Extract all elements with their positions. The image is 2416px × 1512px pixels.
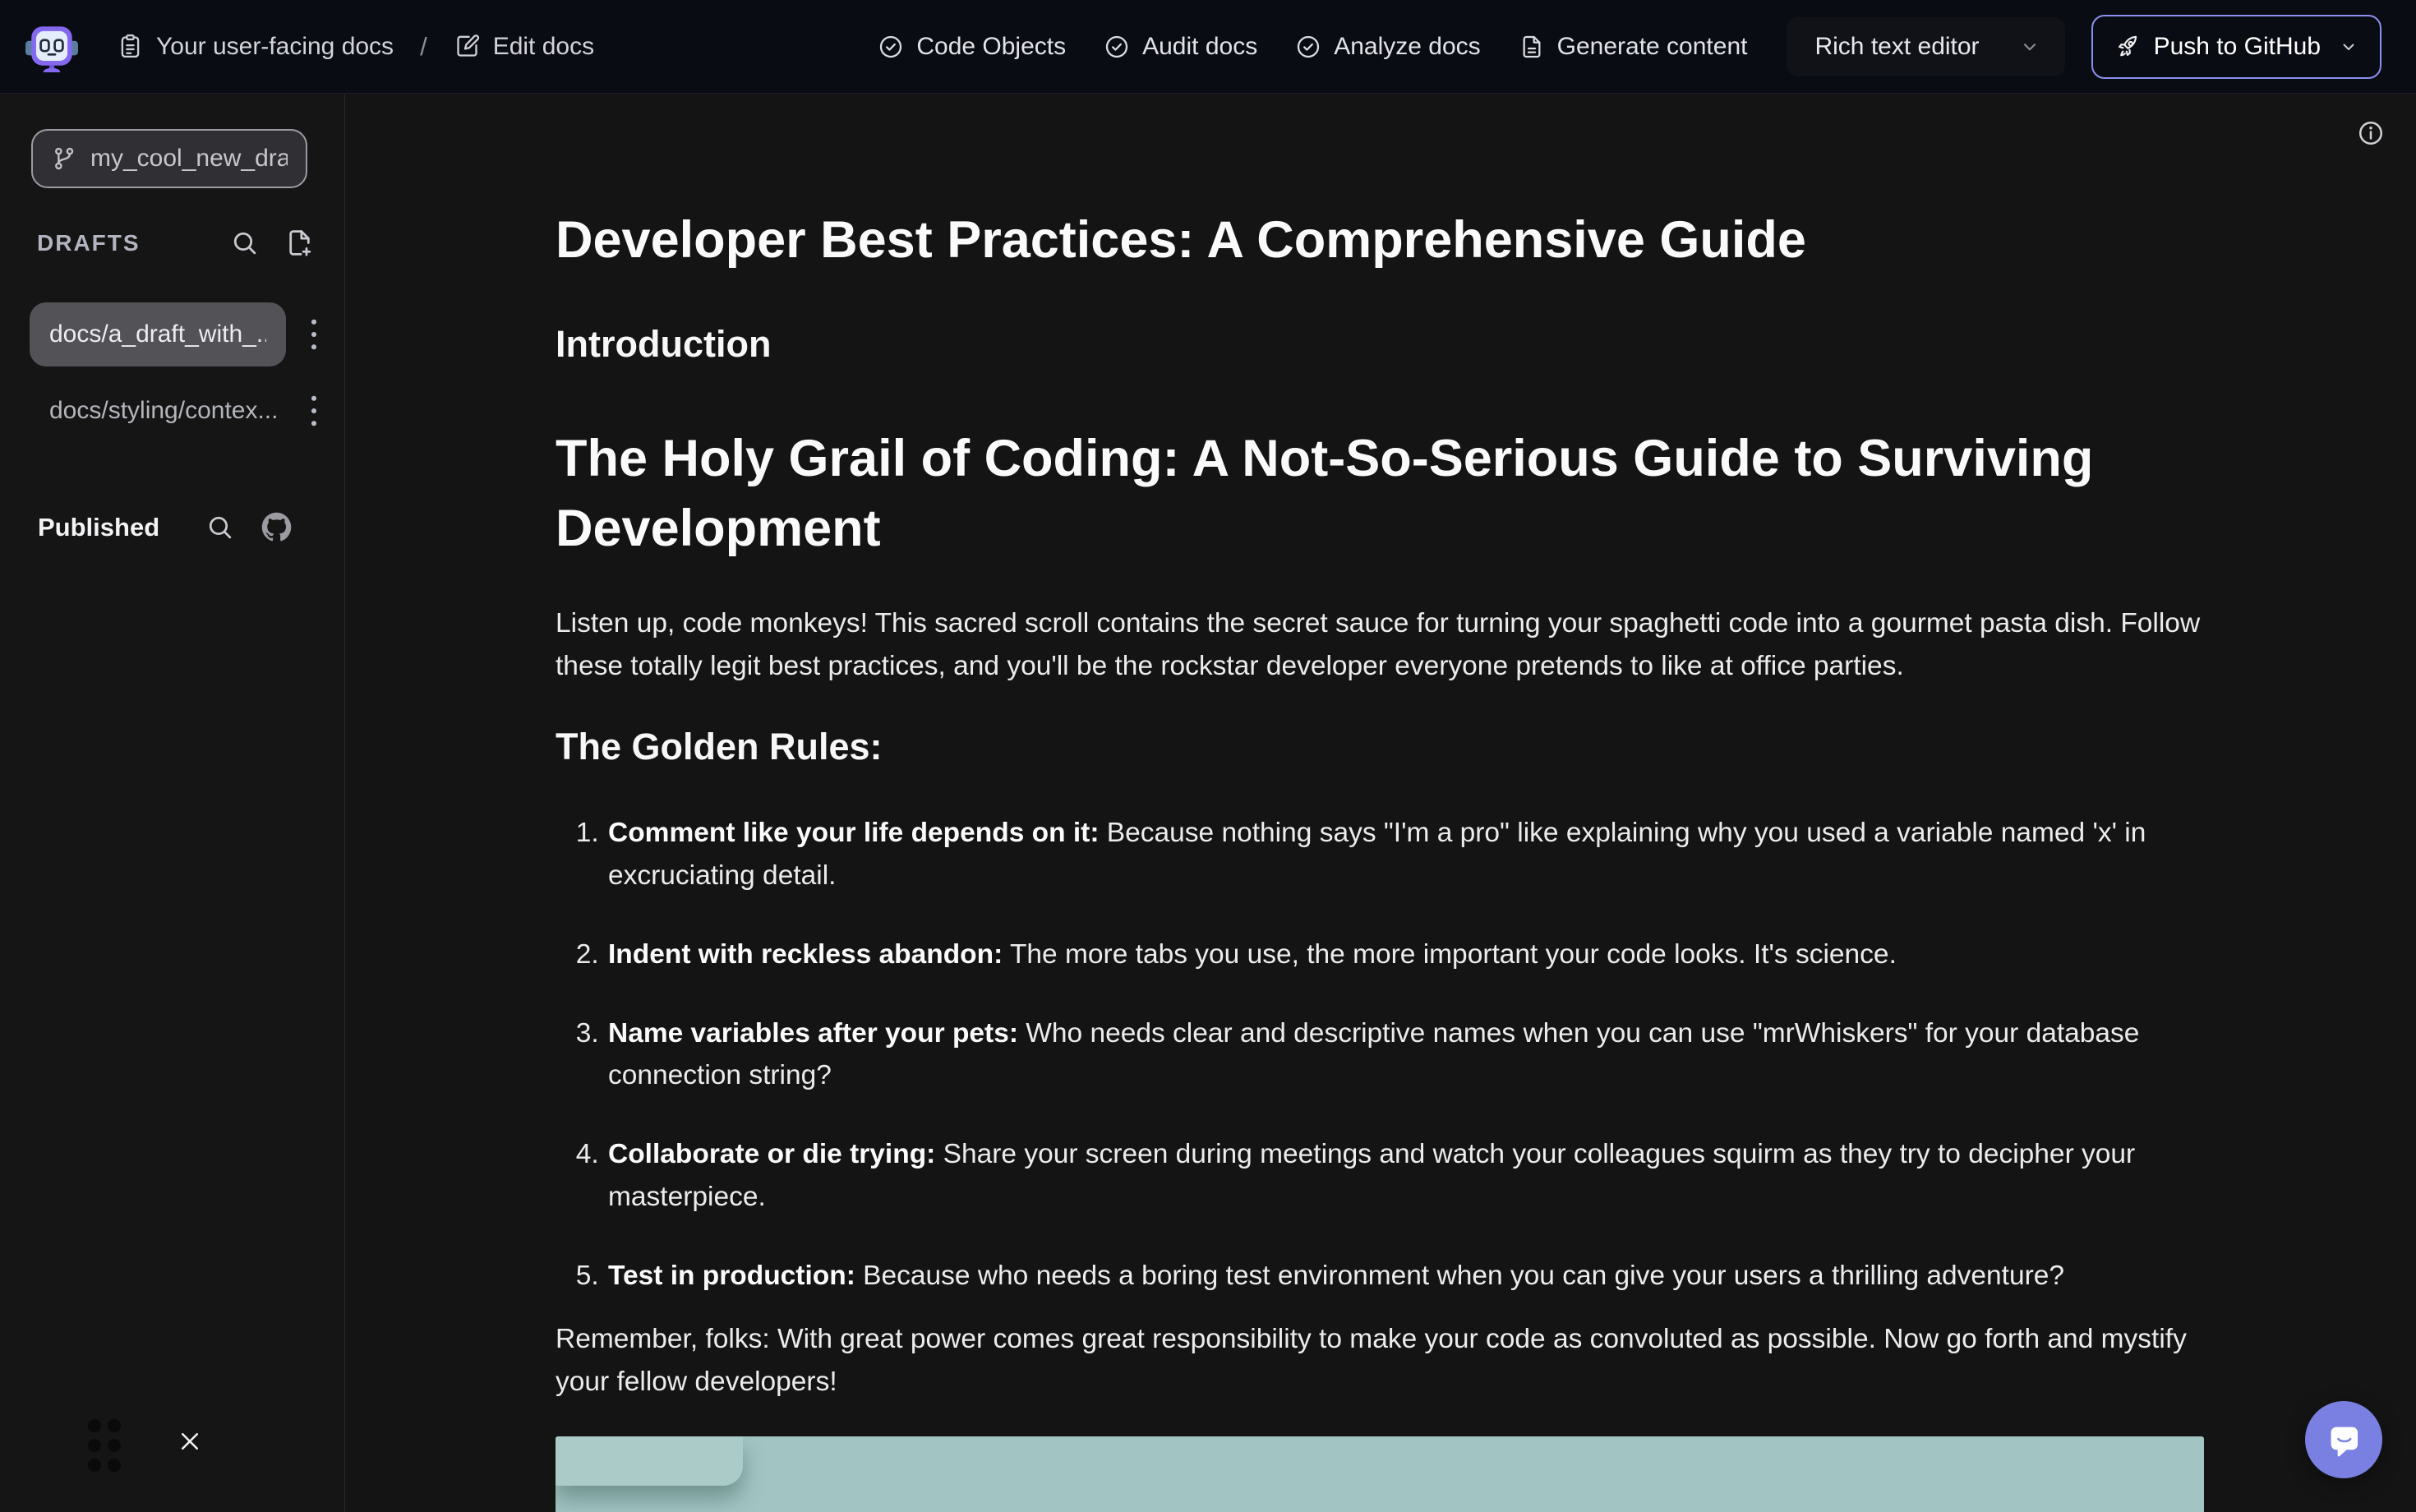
lead-paragraph: Listen up, code monkeys! This sacred scr…	[556, 602, 2204, 688]
nav-actions: Code Objects Audit docs Analyze docs Gen…	[878, 33, 1747, 61]
edit-docs-icon	[454, 33, 481, 60]
chat-bubble-icon	[2322, 1418, 2365, 1461]
top-nav: Your user-facing docs / Edit docs Code O…	[0, 0, 2416, 94]
rule-lead: Comment like your life depends on it:	[608, 818, 1100, 848]
chat-launcher-button[interactable]	[2305, 1401, 2382, 1478]
embedded-image-tab	[556, 1436, 743, 1486]
check-circle-icon	[1295, 34, 1321, 60]
draft-item-selected[interactable]: docs/a_draft_with_...	[30, 302, 286, 366]
breadcrumb-separator: /	[415, 32, 432, 62]
nav-action-label: Analyze docs	[1334, 33, 1480, 61]
app-logo-robot-icon	[25, 20, 79, 74]
rule-text: The more tabs you use, the more importan…	[1003, 939, 1897, 970]
golden-rules-list: Comment like your life depends on it: Be…	[556, 812, 2204, 1298]
breadcrumb-edit-docs[interactable]: Edit docs	[454, 33, 594, 61]
rule-lead: Test in production:	[608, 1261, 855, 1291]
new-draft-button[interactable]	[284, 228, 315, 258]
push-to-github-button[interactable]: Push to GitHub	[2091, 15, 2381, 79]
nav-action-label: Code Objects	[916, 33, 1066, 61]
kebab-menu-icon	[308, 393, 320, 429]
breadcrumb-label: Your user-facing docs	[156, 33, 394, 61]
draft-list-row: docs/a_draft_with_...	[30, 302, 320, 366]
list-item: Test in production: Because who needs a …	[606, 1255, 2204, 1298]
rule-lead: Collaborate or die trying:	[608, 1139, 935, 1169]
draft-list-row: docs/styling/contex...	[30, 388, 320, 434]
close-icon[interactable]	[178, 1430, 201, 1453]
chevron-down-icon	[2019, 36, 2040, 58]
draft-item[interactable]: docs/styling/contex...	[30, 397, 297, 425]
editor-mode-value: Rich text editor	[1814, 33, 1979, 61]
breadcrumb-your-docs[interactable]: Your user-facing docs	[117, 33, 394, 61]
guide-heading: The Holy Grail of Coding: A Not-So-Serio…	[556, 424, 2204, 564]
branch-selector[interactable]: my_cool_new_dra...	[31, 129, 307, 188]
chevron-down-icon	[2339, 37, 2358, 57]
breadcrumb-label: Edit docs	[493, 33, 594, 61]
rule-lead: Indent with reckless abandon:	[608, 939, 1003, 970]
document-body[interactable]: Developer Best Practices: A Comprehensiv…	[556, 94, 2204, 1512]
github-icon	[261, 512, 292, 542]
embedded-image	[556, 1436, 2204, 1512]
git-branch-icon	[51, 145, 77, 172]
rules-heading: The Golden Rules:	[556, 726, 2204, 768]
branch-name: my_cool_new_dra...	[90, 145, 288, 173]
sidebar: my_cool_new_dra... DRAFTS docs/a_draft_w…	[0, 94, 345, 1512]
draft-item-menu-button[interactable]	[308, 393, 320, 429]
info-icon[interactable]	[2357, 119, 2385, 147]
draft-item-label: docs/a_draft_with_...	[49, 320, 266, 348]
published-section-header: Published	[38, 512, 292, 542]
file-plus-icon	[284, 228, 315, 258]
search-drafts-button[interactable]	[229, 228, 260, 258]
nav-action-generate-content[interactable]: Generate content	[1519, 33, 1748, 61]
nav-action-audit-docs[interactable]: Audit docs	[1104, 33, 1257, 61]
breadcrumb: Your user-facing docs / Edit docs	[117, 32, 594, 62]
check-circle-icon	[878, 34, 904, 60]
intro-heading: Introduction	[556, 323, 2204, 366]
draft-item-label: docs/styling/contex...	[49, 397, 278, 425]
list-item: Name variables after your pets: Who need…	[606, 1012, 2204, 1098]
search-icon	[229, 228, 260, 258]
search-published-button[interactable]	[205, 512, 235, 542]
kebab-menu-icon	[308, 316, 320, 353]
push-to-github-label: Push to GitHub	[2154, 33, 2321, 61]
document-icon	[1519, 34, 1545, 60]
nav-action-label: Audit docs	[1142, 33, 1257, 61]
nav-action-analyze-docs[interactable]: Analyze docs	[1295, 33, 1480, 61]
nav-action-label: Generate content	[1557, 33, 1748, 61]
drag-handle-dots-icon[interactable]	[87, 1418, 122, 1473]
published-title: Published	[38, 513, 159, 542]
draft-item-menu-button[interactable]	[308, 316, 320, 353]
clipboard-icon	[117, 33, 144, 60]
drafts-title: DRAFTS	[37, 230, 141, 256]
search-icon	[205, 512, 235, 542]
drafts-section-header: DRAFTS	[37, 228, 315, 258]
rocket-icon	[2114, 34, 2141, 60]
outro-paragraph: Remember, folks: With great power comes …	[556, 1318, 2204, 1404]
nav-action-code-objects[interactable]: Code Objects	[878, 33, 1066, 61]
editor-canvas: Developer Best Practices: A Comprehensiv…	[346, 94, 2416, 1512]
list-item: Comment like your life depends on it: Be…	[606, 812, 2204, 897]
check-circle-icon	[1104, 34, 1130, 60]
rule-lead: Name variables after your pets:	[608, 1018, 1018, 1049]
list-item: Collaborate or die trying: Share your sc…	[606, 1133, 2204, 1219]
editor-mode-select[interactable]: Rich text editor	[1787, 17, 2064, 76]
rule-text: Because who needs a boring test environm…	[855, 1261, 2064, 1291]
list-item: Indent with reckless abandon: The more t…	[606, 933, 2204, 976]
github-published-button[interactable]	[261, 512, 292, 542]
document-title: Developer Best Practices: A Comprehensiv…	[556, 209, 2204, 272]
